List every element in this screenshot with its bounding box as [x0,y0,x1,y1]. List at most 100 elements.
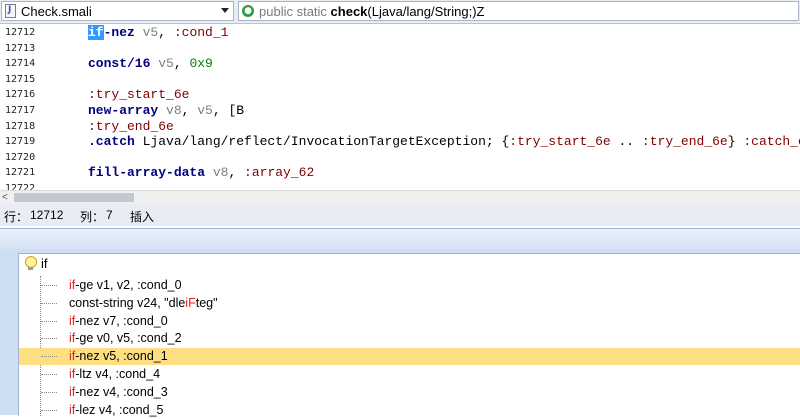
code-token: Ljava/lang/reflect/InvocationTargetExcep… [134,134,510,150]
search-results-tree[interactable]: if if-ge v1, v2, :cond_0 const-string v24… [18,253,800,419]
file-selector[interactable]: Check.smali [1,1,234,21]
code-token: v8 [158,103,182,118]
search-result-item[interactable]: if-ltz v4, :cond_4 [19,366,800,383]
result-fragment: -ltz v4, :cond_4 [75,367,161,381]
method-signature: public static check(Ljava/lang/String;)Z [259,4,484,19]
code-token: if [88,25,104,40]
code-text: :try_end_6e [88,119,174,134]
code-text: if-nez v5, :cond_1 [88,25,228,40]
code-token: :try_start_6e [509,134,611,150]
code-token: :try_end_6e [88,118,174,134]
code-line[interactable]: 12717 new-array v8, v5, [B [0,103,800,118]
code-token: fill-array-data [88,165,206,181]
code-text: fill-array-data v8, :array_62 [88,165,314,180]
search-result-item[interactable]: if-nez v7, :cond_0 [19,313,800,330]
search-term: if [41,256,48,271]
match-keyword: iF [185,295,196,310]
code-token: v5 [197,103,213,118]
code-token: 0x9 [189,56,213,72]
result-fragment: teg" [195,295,218,310]
code-token: , [B [212,103,245,118]
tree-connector [41,374,57,375]
file-name: Check.smali [21,4,92,19]
line-number: 12714 [5,58,36,70]
line-number: 12716 [5,89,36,101]
code-token: v5 [150,56,174,72]
code-token: const/16 [88,56,151,72]
code-token: v8 [205,165,229,181]
search-root-node[interactable]: if [19,254,79,274]
code-token: :catch_e [743,134,800,150]
method-selector[interactable]: ● public static check(Ljava/lang/String;… [238,1,799,21]
code-line[interactable]: 12716 :try_start_6e [0,87,800,102]
code-token: :cond_1 [173,25,229,40]
code-token: , [181,103,198,118]
search-result-item[interactable]: if-lez v4, :cond_5 [19,402,800,419]
column-value: 7 [106,208,113,222]
line-label: 行： [4,210,29,224]
result-fragment: -ge v0, v5, :cond_2 [75,331,182,346]
code-token: .catch [88,134,135,150]
code-text: :try_start_6e [88,87,189,102]
tree-connector [41,391,57,393]
result-fragment: -ge v1, v2, :cond_0 [75,278,182,292]
line-number: 12718 [5,120,36,132]
code-token: new-array [88,103,159,118]
status-bar: 行： 12712 列： 7 插入 [0,204,800,226]
insert-mode: 插入 [130,210,155,224]
code-line[interactable]: 12720 [0,150,800,165]
line-number: 12721 [5,167,36,179]
code-token: , [173,56,190,72]
code-line[interactable]: 12713 [0,41,800,56]
code-line[interactable]: 12719 .catch Ljava/lang/reflect/Invocatio… [0,134,800,149]
result-text: if-ltz v4, :cond_4 [69,367,160,381]
code-line[interactable]: 12712 if-nez v5, :cond_1 [0,25,800,40]
method-name: check [330,4,368,19]
result-text: const-string v24, "dleiFteg" [69,296,218,310]
search-result-item[interactable]: if-ge v1, v2, :cond_0 [19,277,800,294]
result-fragment: const-string v24, "dle [69,295,186,310]
lightbulb-icon [25,256,37,270]
tree-connector [41,285,57,286]
scroll-left-arrow-icon[interactable]: < [2,191,8,204]
line-number: 12722 [5,183,36,190]
search-result-item[interactable]: if-ge v0, v5, :cond_2 [19,330,800,347]
code-token: , [158,25,174,40]
code-line[interactable]: 12721 fill-array-data v8, :array_62 [0,165,800,180]
result-text: if-nez v4, :cond_3 [69,385,168,399]
line-number: 12720 [5,151,36,163]
line-value: 12712 [30,208,64,222]
chevron-down-icon[interactable] [221,8,229,13]
code-line[interactable]: 12722 [0,181,800,190]
line-number: 12717 [5,105,36,116]
result-text: if-ge v0, v5, :cond_2 [69,331,182,345]
search-result-item[interactable]: if-nez v4, :cond_3 [19,384,800,401]
code-token: -nez [103,25,135,40]
code-editor[interactable]: 12712 if-nez v5, :cond_1 12713 12714 const/1… [0,24,800,190]
code-token: v5 [134,25,159,40]
method-modifiers: public static [259,4,327,19]
code-line[interactable]: 12714 const/16 v5, 0x9 [0,56,800,71]
line-number: 12719 [5,136,36,148]
result-text: if-nez v7, :cond_0 [69,314,168,328]
code-token: .. [610,134,642,150]
code-line[interactable]: 12715 [0,72,800,87]
result-fragment: -nez v4, :cond_3 [75,384,168,399]
tree-connector [41,356,57,358]
code-token: , [228,165,245,181]
search-result-item[interactable]: if-nez v5, :cond_1 [19,348,800,366]
line-number: 12715 [5,73,36,85]
horizontal-scrollbar[interactable]: < [0,190,800,204]
tree-connector [41,320,57,322]
line-number: 12712 [5,27,36,38]
search-result-item[interactable]: const-string v24, "dleiFteg" [19,295,800,312]
search-panel-header [0,228,800,250]
result-fragment: -nez v7, :cond_0 [75,313,168,328]
column-label: 列： [80,210,105,224]
code-text: const/16 v5, 0x9 [88,56,213,71]
code-line[interactable]: 12718 :try_end_6e [0,119,800,134]
scroll-thumb[interactable] [14,193,134,202]
tree-connector [41,409,57,411]
result-text: if-ge v1, v2, :cond_0 [69,278,182,292]
result-fragment: -lez v4, :cond_5 [75,402,164,417]
